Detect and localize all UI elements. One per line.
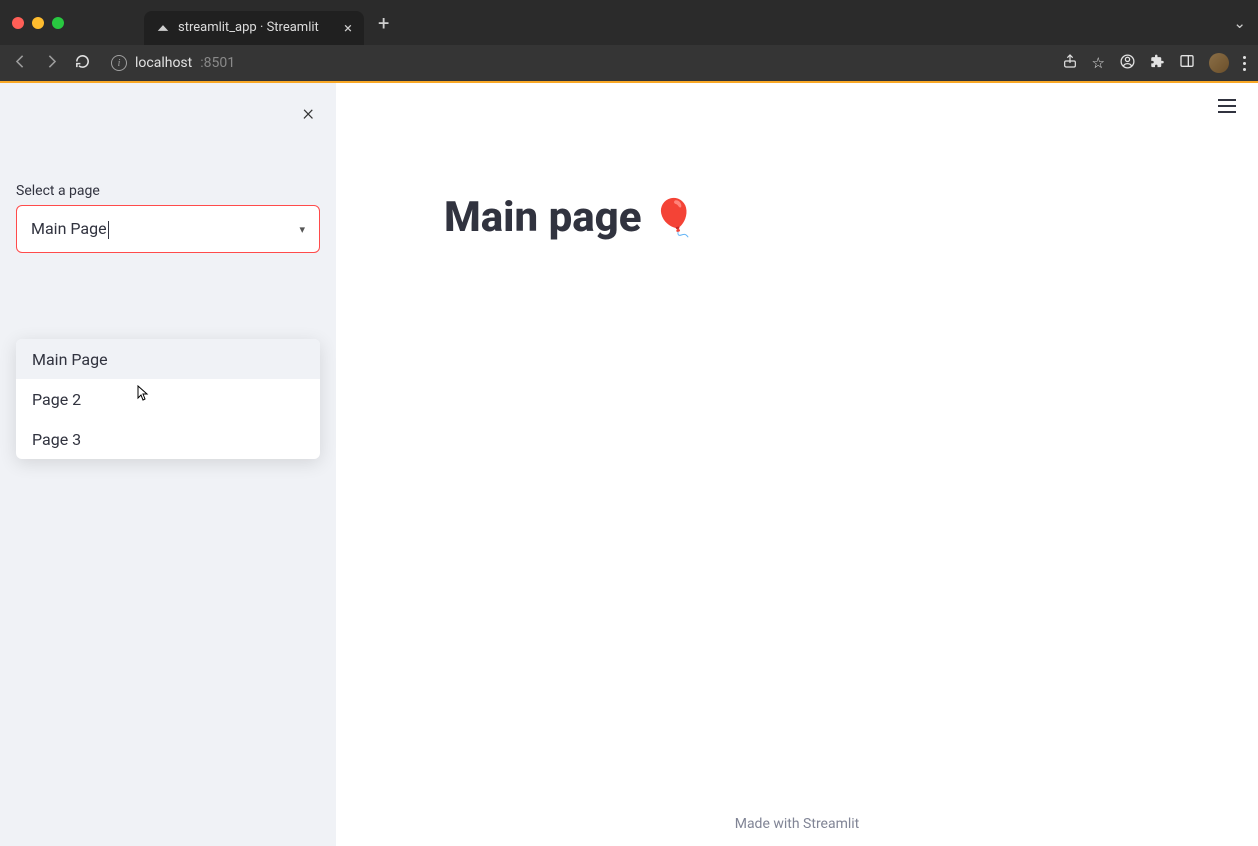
page-heading: Main page 🎈 <box>444 193 1150 242</box>
page-content: Main page 🎈 <box>336 83 1258 802</box>
dropdown-option-page-2[interactable]: Page 2 <box>16 379 320 419</box>
app-menu-button[interactable] <box>1218 99 1236 113</box>
reload-button[interactable] <box>74 53 91 74</box>
dropdown-option-page-3[interactable]: Page 3 <box>16 419 320 459</box>
browser-menu-button[interactable] <box>1243 56 1246 71</box>
address-bar[interactable]: i localhost :8501 <box>105 49 1048 77</box>
tabs-dropdown-icon[interactable]: ⌄ <box>1233 14 1246 32</box>
extensions-avatar-icon[interactable] <box>1119 53 1136 74</box>
footer: Made with Streamlit <box>336 802 1258 846</box>
select-label: Select a page <box>16 183 320 199</box>
streamlit-favicon-icon <box>156 21 170 35</box>
streamlit-app: × Select a page Main Page ▾ Main Page Pa… <box>0 83 1258 846</box>
text-cursor <box>108 221 109 239</box>
page-select-dropdown: Main Page Page 2 Page 3 <box>16 339 320 459</box>
url-path: :8501 <box>200 55 235 71</box>
browser-tab-bar: streamlit_app · Streamlit × + ⌄ <box>0 0 1258 45</box>
footer-prefix: Made with <box>735 816 803 832</box>
balloon-emoji-icon: 🎈 <box>652 197 697 239</box>
browser-toolbar: i localhost :8501 ☆ <box>0 45 1258 83</box>
browser-tab[interactable]: streamlit_app · Streamlit × <box>144 11 364 45</box>
footer-streamlit-link[interactable]: Streamlit <box>803 816 859 832</box>
window-maximize-button[interactable] <box>52 17 64 29</box>
share-icon[interactable] <box>1062 53 1078 73</box>
main-content: Main page 🎈 Made with Streamlit <box>336 83 1258 846</box>
back-button[interactable] <box>12 53 29 74</box>
page-select-input[interactable]: Main Page ▾ <box>16 205 320 253</box>
select-value: Main Page <box>31 219 107 238</box>
window-close-button[interactable] <box>12 17 24 29</box>
toolbar-right-group: ☆ <box>1062 53 1246 74</box>
page-heading-text: Main page <box>444 193 642 242</box>
bookmark-star-icon[interactable]: ☆ <box>1092 54 1105 72</box>
site-info-icon[interactable]: i <box>111 55 127 71</box>
side-panel-icon[interactable] <box>1179 53 1195 73</box>
tab-close-icon[interactable]: × <box>344 19 352 37</box>
new-tab-button[interactable]: + <box>378 11 389 35</box>
tab-title: streamlit_app · Streamlit <box>178 20 336 35</box>
window-minimize-button[interactable] <box>32 17 44 29</box>
sidebar-close-button[interactable]: × <box>302 101 314 126</box>
forward-button[interactable] <box>43 53 60 74</box>
url-host: localhost <box>135 55 192 71</box>
dropdown-caret-icon[interactable]: ▾ <box>299 223 305 236</box>
sidebar: × Select a page Main Page ▾ Main Page Pa… <box>0 83 336 846</box>
profile-avatar[interactable] <box>1209 53 1229 73</box>
extensions-puzzle-icon[interactable] <box>1150 54 1165 73</box>
window-traffic-lights <box>12 17 64 29</box>
dropdown-option-main-page[interactable]: Main Page <box>16 339 320 379</box>
